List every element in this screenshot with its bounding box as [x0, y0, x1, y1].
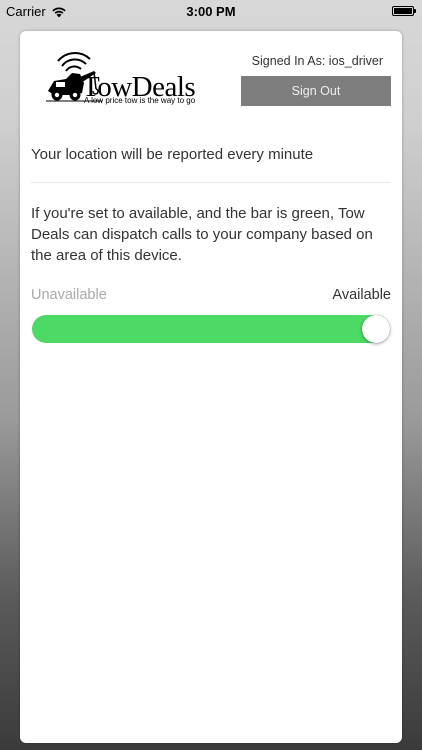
battery-icon: [392, 6, 416, 16]
availability-toggle[interactable]: [32, 315, 390, 343]
status-bar: Carrier 3:00 PM: [0, 0, 422, 22]
battery-fill: [394, 8, 412, 14]
location-report-text: Your location will be reported every min…: [31, 146, 314, 163]
logo-tagline: A low price tow is the way to go: [84, 96, 196, 105]
status-time: 3:00 PM: [186, 4, 236, 19]
main-card: TowDeals A low price tow is the way to g…: [20, 31, 402, 743]
sign-out-button[interactable]: Sign Out: [241, 76, 391, 106]
availability-info-text: If you're set to available, and the bar …: [31, 205, 373, 264]
available-label: Available: [332, 287, 391, 303]
towdeals-logo: TowDeals A low price tow is the way to g…: [44, 49, 210, 109]
divider: [31, 182, 391, 183]
toggle-knob[interactable]: [362, 315, 390, 343]
unavailable-label: Unavailable: [31, 287, 107, 303]
signed-in-label: Signed In As: ios_driver: [251, 54, 383, 68]
